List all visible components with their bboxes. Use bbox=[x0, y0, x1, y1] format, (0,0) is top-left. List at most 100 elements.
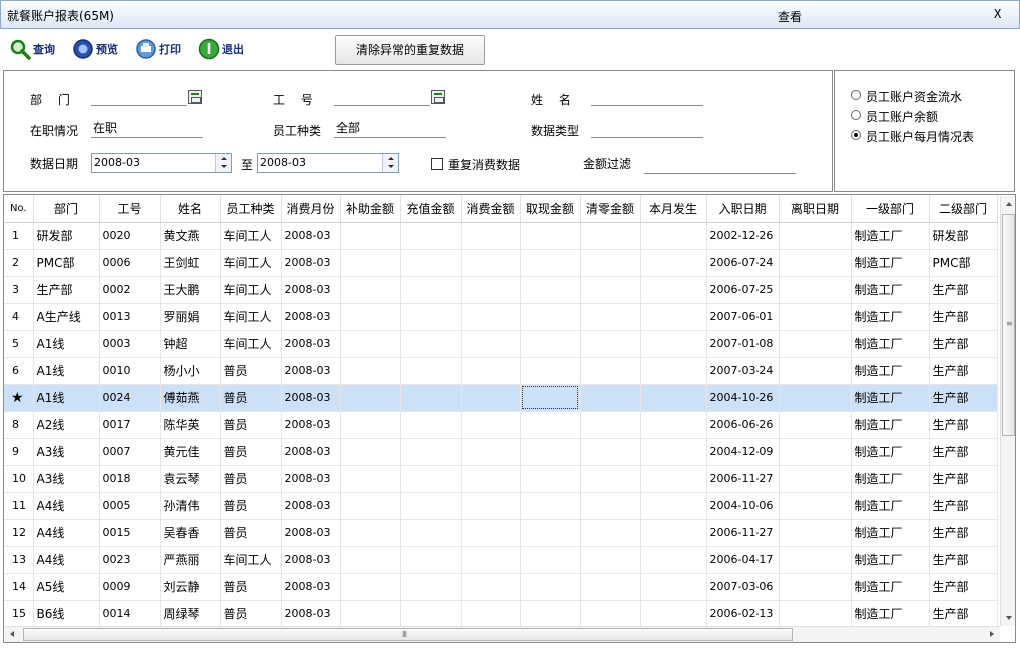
table-cell[interactable] bbox=[340, 492, 401, 520]
table-cell[interactable] bbox=[779, 330, 852, 358]
table-cell[interactable]: 2004-10-06 bbox=[706, 492, 780, 520]
table-cell[interactable]: 2007-01-08 bbox=[706, 330, 780, 358]
table-row[interactable]: 3 生产部 0002 王大鹏 车间工人 2008-03 2006-07-25 制造工厂 生产部 bbox=[4, 276, 998, 304]
table-cell[interactable]: A1线 bbox=[33, 357, 100, 385]
table-cell[interactable] bbox=[340, 276, 401, 304]
table-cell[interactable] bbox=[779, 438, 852, 466]
table-cell[interactable]: 普员 bbox=[220, 411, 282, 439]
column-header[interactable]: 充值金额 bbox=[400, 195, 462, 223]
table-cell[interactable]: 2008-03 bbox=[281, 492, 341, 520]
dept-field[interactable] bbox=[91, 88, 187, 106]
table-cell[interactable] bbox=[640, 330, 707, 358]
table-cell[interactable] bbox=[400, 546, 462, 574]
table-cell[interactable]: 傅茹燕 bbox=[160, 384, 221, 412]
table-cell[interactable]: 0013 bbox=[99, 303, 161, 331]
table-cell[interactable] bbox=[580, 384, 641, 412]
table-cell[interactable] bbox=[779, 303, 852, 331]
table-cell[interactable]: 生产部 bbox=[929, 465, 998, 493]
table-cell[interactable]: 制造工厂 bbox=[851, 276, 930, 304]
table-cell[interactable]: 普员 bbox=[220, 600, 282, 628]
table-cell[interactable]: B6线 bbox=[33, 600, 100, 628]
table-cell[interactable] bbox=[340, 600, 401, 628]
clean-duplicates-button[interactable]: 清除异常的重复数据 bbox=[335, 35, 485, 65]
table-cell[interactable] bbox=[520, 573, 581, 601]
table-cell[interactable] bbox=[520, 600, 581, 628]
table-cell[interactable]: 生产部 bbox=[929, 303, 998, 331]
table-cell[interactable] bbox=[461, 546, 521, 574]
radio-fund-flow[interactable] bbox=[851, 90, 861, 100]
table-cell[interactable] bbox=[779, 519, 852, 547]
table-cell[interactable]: 制造工厂 bbox=[851, 573, 930, 601]
table-cell[interactable]: 0024 bbox=[99, 384, 161, 412]
table-cell[interactable] bbox=[461, 411, 521, 439]
table-cell[interactable] bbox=[640, 519, 707, 547]
table-cell[interactable] bbox=[580, 330, 641, 358]
table-cell[interactable] bbox=[340, 249, 401, 277]
close-button[interactable]: X bbox=[994, 7, 1001, 21]
table-cell[interactable] bbox=[340, 438, 401, 466]
table-cell[interactable]: 生产部 bbox=[33, 276, 100, 304]
table-cell[interactable] bbox=[400, 519, 462, 547]
table-cell[interactable] bbox=[580, 438, 641, 466]
table-cell[interactable]: 制造工厂 bbox=[851, 249, 930, 277]
table-cell[interactable] bbox=[461, 465, 521, 493]
table-cell[interactable]: 刘云静 bbox=[160, 573, 221, 601]
preview-button[interactable]: 预览 bbox=[72, 36, 118, 62]
table-cell[interactable]: A3线 bbox=[33, 438, 100, 466]
table-row[interactable]: ★ A1线 0024 傅茹燕 普员 2008-03 2004-10-26 制造工厂 生产部 bbox=[4, 384, 998, 412]
column-header[interactable]: 工号 bbox=[99, 195, 161, 223]
table-cell[interactable] bbox=[779, 465, 852, 493]
table-cell[interactable] bbox=[461, 519, 521, 547]
table-cell[interactable]: 罗丽娟 bbox=[160, 303, 221, 331]
table-row[interactable]: 12 A4线 0015 吴春香 普员 2008-03 2006-11-27 制造工厂 生产部 bbox=[4, 519, 998, 547]
table-cell[interactable]: 2008-03 bbox=[281, 546, 341, 574]
table-cell[interactable] bbox=[461, 384, 521, 412]
table-cell[interactable]: PMC部 bbox=[929, 249, 998, 277]
table-cell[interactable] bbox=[340, 519, 401, 547]
table-cell[interactable]: A生产线 bbox=[33, 303, 100, 331]
table-cell[interactable] bbox=[340, 222, 401, 250]
table-cell[interactable] bbox=[340, 546, 401, 574]
table-cell[interactable]: 车间工人 bbox=[220, 222, 282, 250]
table-cell[interactable] bbox=[779, 411, 852, 439]
table-cell[interactable] bbox=[461, 222, 521, 250]
table-cell[interactable]: 0007 bbox=[99, 438, 161, 466]
table-cell[interactable]: 普员 bbox=[220, 519, 282, 547]
table-cell[interactable]: A1线 bbox=[33, 384, 100, 412]
table-cell[interactable] bbox=[400, 411, 462, 439]
table-cell[interactable]: 孙清伟 bbox=[160, 492, 221, 520]
table-cell[interactable] bbox=[580, 492, 641, 520]
table-cell[interactable]: 普员 bbox=[220, 573, 282, 601]
horizontal-scroll-thumb[interactable]: III bbox=[23, 628, 793, 641]
emptype-field[interactable]: 全部 bbox=[334, 120, 446, 138]
table-cell[interactable] bbox=[520, 249, 581, 277]
table-cell[interactable] bbox=[640, 357, 707, 385]
table-row[interactable]: 15 B6线 0014 周绿琴 普员 2008-03 2006-02-13 制造工厂 生产部 bbox=[4, 600, 998, 628]
table-cell[interactable] bbox=[400, 357, 462, 385]
table-cell[interactable] bbox=[640, 249, 707, 277]
date-to-input[interactable]: 2008-03 bbox=[257, 153, 399, 173]
table-cell[interactable]: 0018 bbox=[99, 465, 161, 493]
radio-balance[interactable] bbox=[851, 110, 861, 120]
empno-field[interactable] bbox=[334, 88, 430, 106]
table-cell[interactable]: 钟超 bbox=[160, 330, 221, 358]
table-cell[interactable] bbox=[580, 546, 641, 574]
table-cell[interactable] bbox=[461, 600, 521, 628]
table-cell[interactable] bbox=[461, 573, 521, 601]
table-cell[interactable]: 车间工人 bbox=[220, 303, 282, 331]
table-cell[interactable]: 车间工人 bbox=[220, 330, 282, 358]
table-cell[interactable] bbox=[340, 357, 401, 385]
table-cell[interactable] bbox=[640, 384, 707, 412]
table-cell[interactable] bbox=[779, 573, 852, 601]
table-cell[interactable] bbox=[640, 303, 707, 331]
column-header[interactable]: 一级部门 bbox=[851, 195, 930, 223]
table-cell[interactable]: A3线 bbox=[33, 465, 100, 493]
table-cell[interactable] bbox=[340, 573, 401, 601]
table-cell[interactable]: 2008-03 bbox=[281, 573, 341, 601]
table-cell[interactable]: 制造工厂 bbox=[851, 438, 930, 466]
table-cell[interactable]: 2006-07-25 bbox=[706, 276, 780, 304]
column-header[interactable]: 离职日期 bbox=[779, 195, 852, 223]
table-cell[interactable]: 车间工人 bbox=[220, 249, 282, 277]
table-cell[interactable]: 0002 bbox=[99, 276, 161, 304]
table-cell[interactable]: 生产部 bbox=[929, 276, 998, 304]
